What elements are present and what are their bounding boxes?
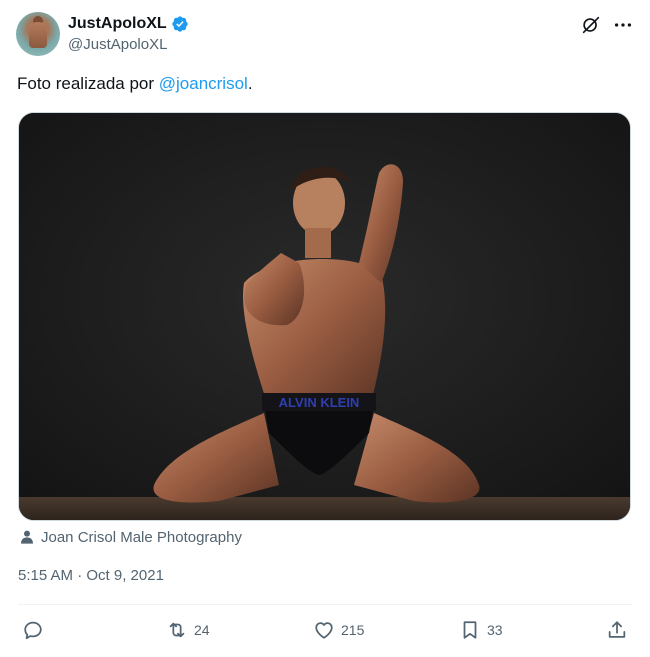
action-bar: 24 215 33 [18, 616, 632, 646]
tweet-card: JustApoloXL @JustApoloXL Foto realizada … [0, 0, 650, 657]
author-name-row[interactable]: JustApoloXL [68, 14, 189, 34]
like-icon [315, 622, 333, 639]
share-icon [608, 621, 626, 638]
grok-icon[interactable] [580, 14, 602, 36]
retweet-count: 24 [194, 622, 210, 638]
retweet-button[interactable]: 24 [166, 618, 210, 642]
photo-credit-label: Joan Crisol Male Photography [41, 528, 242, 546]
tweet-header: JustApoloXL @JustApoloXL [16, 12, 634, 60]
tweet-photo[interactable]: ALVIN KLEIN [18, 112, 631, 521]
verified-badge-icon [171, 16, 188, 32]
more-icon[interactable] [612, 14, 634, 36]
author-handle[interactable]: @JustApoloXL [68, 36, 167, 53]
like-count: 215 [341, 622, 365, 638]
bookmark-count: 33 [487, 622, 503, 638]
photo-illustration: ALVIN KLEIN [19, 113, 630, 520]
share-button[interactable] [606, 618, 628, 642]
bookmark-icon [463, 621, 477, 639]
like-button[interactable]: 215 [313, 618, 364, 642]
tweet-text: Foto realizada por @joancrisol. [17, 74, 253, 94]
underwear-brand-text: ALVIN KLEIN [279, 395, 360, 410]
reply-button[interactable] [22, 618, 50, 642]
tweet-text-prefix: Foto realizada por [17, 74, 159, 93]
person-icon [21, 530, 33, 544]
mention-link[interactable]: @joancrisol [159, 74, 248, 93]
tweet-text-suffix: . [247, 74, 253, 93]
divider [18, 604, 632, 605]
reply-icon [24, 621, 42, 640]
avatar[interactable] [16, 12, 60, 56]
bookmark-button[interactable]: 33 [459, 618, 503, 642]
photo-credit[interactable]: Joan Crisol Male Photography [19, 528, 242, 546]
retweet-icon [169, 622, 185, 638]
tweet-timestamp[interactable]: 5:15 AM · Oct 9, 2021 [18, 567, 164, 584]
author-display-name[interactable]: JustApoloXL [68, 15, 167, 33]
